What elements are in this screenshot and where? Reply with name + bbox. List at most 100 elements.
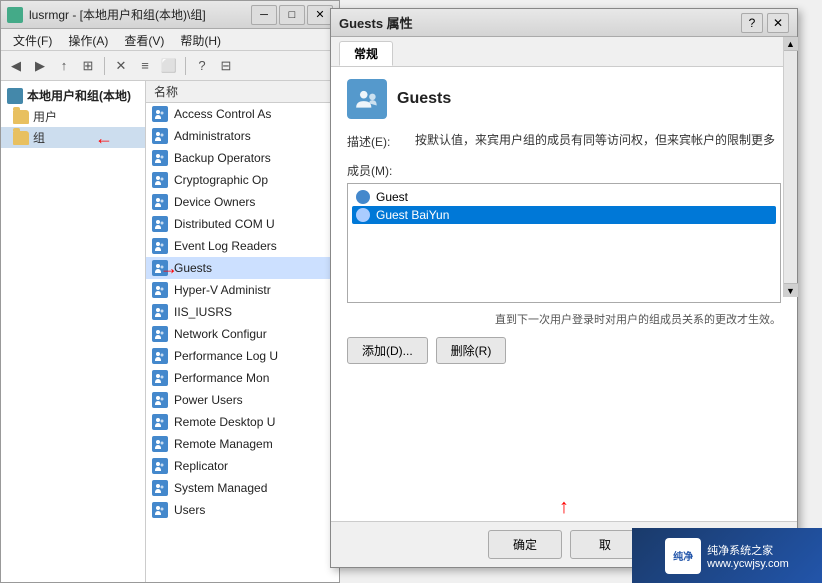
arrow-indicator-1: ← <box>95 128 113 149</box>
list-item-label: Backup Operators <box>174 151 271 165</box>
add-button[interactable]: 添加(D)... <box>347 337 428 364</box>
title-controls: ─ □ ✕ <box>251 5 333 25</box>
list-item[interactable]: Device Owners <box>146 191 339 213</box>
list-item[interactable]: IIS_IUSRS <box>146 301 339 323</box>
dialog-help-button[interactable]: ? <box>741 13 763 33</box>
members-label: 成员(M): <box>347 162 781 179</box>
show-hide-btn[interactable]: ⊞ <box>77 55 99 77</box>
list-item-label: Remote Desktop U <box>174 415 275 429</box>
list-item[interactable]: Performance Log U <box>146 345 339 367</box>
member-name-guest-baiyun: Guest BaiYun <box>376 208 449 222</box>
list-item[interactable]: Backup Operators <box>146 147 339 169</box>
list-item-icon <box>152 436 168 452</box>
brand-line2: www.ycwjsy.com <box>707 558 789 570</box>
main-window-title: lusrmgr - [本地用户和组(本地)\组] <box>29 6 206 23</box>
list-item-label: Remote Managem <box>174 437 273 451</box>
list-item[interactable]: Distributed COM U <box>146 213 339 235</box>
list-item[interactable]: Users <box>146 499 339 521</box>
tab-general[interactable]: 常规 <box>339 41 393 66</box>
maximize-button[interactable]: □ <box>279 5 305 25</box>
dialog-tabs: 常规 <box>331 37 797 67</box>
list-item[interactable]: Remote Managem <box>146 433 339 455</box>
list-item-label: Cryptographic Op <box>174 173 268 187</box>
list-item-icon <box>152 348 168 364</box>
ok-button[interactable]: 确定 <box>488 530 562 559</box>
list-item[interactable]: Event Log Readers <box>146 235 339 257</box>
brand-logo-text: 纯净 <box>673 548 693 563</box>
back-button[interactable]: ◀ <box>5 55 27 77</box>
toolbar: ◀ ▶ ↑ ⊞ ✕ ≡ ⬜ ? ⊟ <box>1 51 339 81</box>
minimize-button[interactable]: ─ <box>251 5 277 25</box>
list-item-label: Performance Mon <box>174 371 269 385</box>
list-item-icon <box>152 150 168 166</box>
list-item[interactable]: Performance Mon <box>146 367 339 389</box>
list-item[interactable]: Hyper-V Administr <box>146 279 339 301</box>
branding-strip: 纯净 纯净系统之家 www.ycwjsy.com <box>632 528 822 583</box>
menu-action[interactable]: 操作(A) <box>60 31 116 48</box>
export-button[interactable]: ⬜ <box>158 55 180 77</box>
view-button[interactable]: ⊟ <box>215 55 237 77</box>
list-item-label: Users <box>174 503 205 517</box>
scroll-up-button[interactable]: ▲ <box>784 37 798 51</box>
menu-file[interactable]: 文件(F) <box>5 31 60 48</box>
dialog-scrollbar: ▲ ▼ <box>783 37 797 297</box>
list-item-icon <box>152 216 168 232</box>
toolbar-sep2 <box>185 57 186 75</box>
list-item[interactable]: Network Configur <box>146 323 339 345</box>
remove-button[interactable]: 删除(R) <box>436 337 507 364</box>
description-label: 描述(E): <box>347 131 407 150</box>
list-item[interactable]: Cryptographic Op <box>146 169 339 191</box>
member-item-guest-baiyun[interactable]: Guest BaiYun <box>352 206 776 224</box>
help-button[interactable]: ? <box>191 55 213 77</box>
dialog-body: Guests 描述(E): 按默认值，来宾用户组的成员有同等访问权，但来宾帐户的… <box>331 67 797 521</box>
list-item-icon <box>152 326 168 342</box>
description-value: 按默认值，来宾用户组的成员有同等访问权，但来宾帐户的限制更多 <box>415 131 781 148</box>
list-item[interactable]: System Managed <box>146 477 339 499</box>
list-item[interactable]: Replicator <box>146 455 339 477</box>
group-name: Guests <box>397 90 451 108</box>
list-item[interactable]: Power Users <box>146 389 339 411</box>
list-panel: 名称 Access Control AsAdministratorsBackup… <box>146 81 339 582</box>
sidebar-root[interactable]: 本地用户和组(本地) <box>1 85 145 106</box>
list-item-icon <box>152 172 168 188</box>
sidebar-item-groups[interactable]: 组 <box>1 127 145 148</box>
content-area: 本地用户和组(本地) 用户 组 名称 Access Control AsAdmi… <box>1 81 339 582</box>
root-icon <box>7 88 23 104</box>
menu-bar: 文件(F) 操作(A) 查看(V) 帮助(H) <box>1 29 339 51</box>
menu-help[interactable]: 帮助(H) <box>172 31 229 48</box>
members-box: Guest Guest BaiYun <box>347 183 781 303</box>
group-icon <box>347 79 387 119</box>
description-row: 描述(E): 按默认值，来宾用户组的成员有同等访问权，但来宾帐户的限制更多 <box>347 131 781 150</box>
arrow-indicator-2: → <box>160 258 178 279</box>
scroll-down-button[interactable]: ▼ <box>784 283 798 297</box>
toolbar-sep1 <box>104 57 105 75</box>
member-icon-guest <box>356 190 370 204</box>
properties-button[interactable]: ≡ <box>134 55 156 77</box>
cancel-button[interactable]: 取 <box>570 530 640 559</box>
list-item-label: Administrators <box>174 129 251 143</box>
brand-text-block: 纯净系统之家 www.ycwjsy.com <box>707 542 789 570</box>
list-item[interactable]: Administrators <box>146 125 339 147</box>
list-item-icon <box>152 106 168 122</box>
dialog-close-button[interactable]: ✕ <box>767 13 789 33</box>
member-item-guest[interactable]: Guest <box>352 188 776 206</box>
list-item-label: IIS_IUSRS <box>174 305 232 319</box>
list-item-label: Performance Log U <box>174 349 278 363</box>
list-item-label: Device Owners <box>174 195 255 209</box>
up-button[interactable]: ↑ <box>53 55 75 77</box>
main-window: lusrmgr - [本地用户和组(本地)\组] ─ □ ✕ 文件(F) 操作(… <box>0 0 340 583</box>
list-item[interactable]: Remote Desktop U <box>146 411 339 433</box>
list-item-icon <box>152 194 168 210</box>
delete-button[interactable]: ✕ <box>110 55 132 77</box>
brand-line1: 纯净系统之家 <box>707 542 789 558</box>
menu-view[interactable]: 查看(V) <box>116 31 172 48</box>
list-item-icon <box>152 392 168 408</box>
list-item[interactable]: Access Control As <box>146 103 339 125</box>
sidebar: 本地用户和组(本地) 用户 组 <box>1 81 146 582</box>
dialog-title-buttons: ? ✕ <box>741 13 789 33</box>
sidebar-item-users[interactable]: 用户 <box>1 106 145 127</box>
list-item-label: Hyper-V Administr <box>174 283 271 297</box>
note-text: 直到下一次用户登录时对用户的组成员关系的更改才生效。 <box>347 311 781 327</box>
forward-button[interactable]: ▶ <box>29 55 51 77</box>
list-item-icon <box>152 480 168 496</box>
